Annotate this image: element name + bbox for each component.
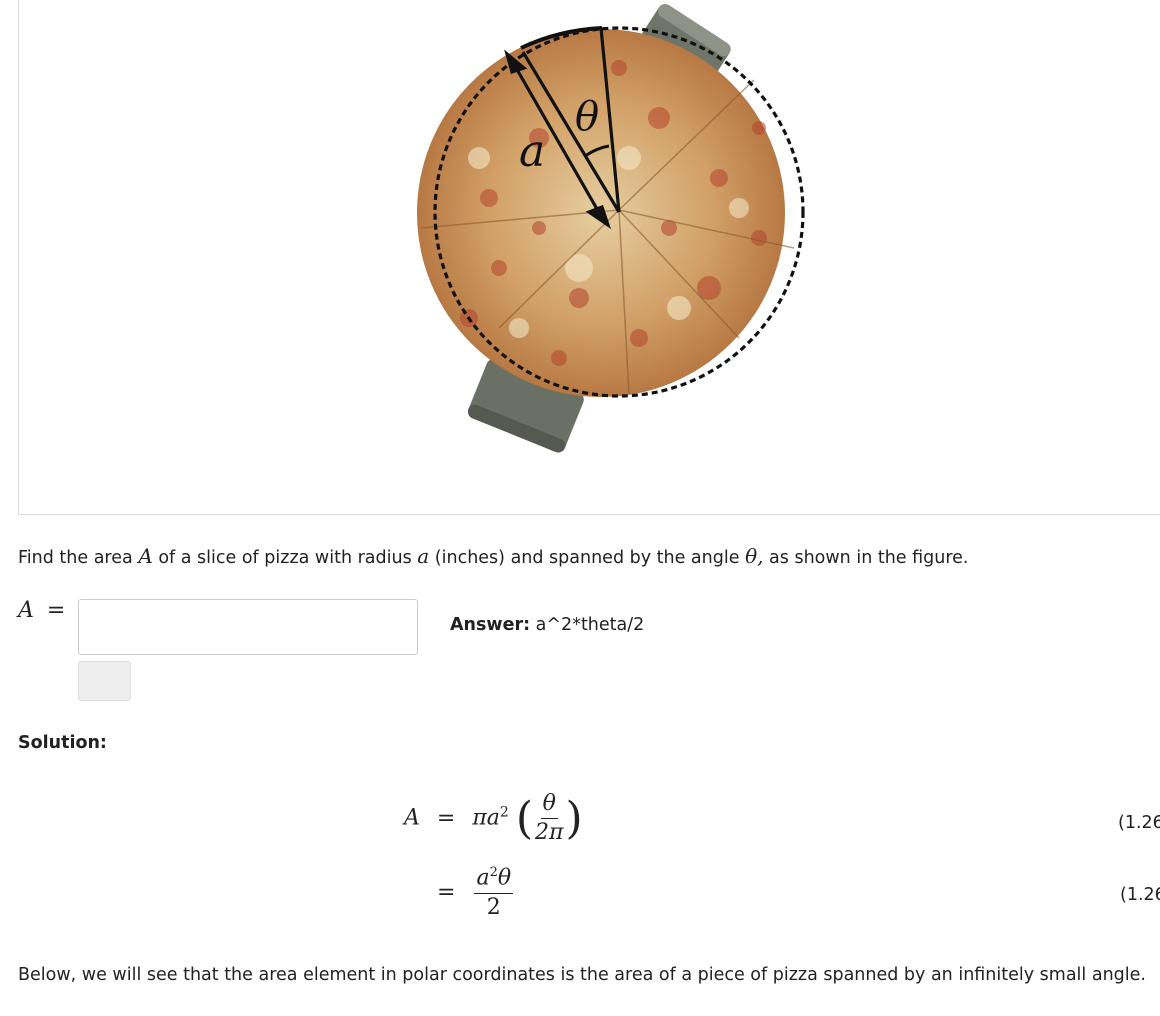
eq2-num-exponent: 2: [489, 865, 498, 880]
eq2-equals: =: [437, 879, 456, 905]
eq2-numerator: a2θ: [474, 865, 514, 894]
figure-panel: a θ: [18, 0, 1160, 515]
eq1-fraction: θ 2π: [533, 791, 565, 846]
eq2-number: (1.26: [1120, 885, 1160, 905]
question-part-4: as shown in the figure.: [769, 548, 969, 568]
var-radius: a: [417, 544, 430, 568]
eq1-exponent: 2: [499, 804, 509, 821]
eq1-lhs: A: [404, 805, 420, 831]
question-text: Find the area A of a slice of pizza with…: [18, 544, 969, 568]
equation-2: = a2θ 2: [437, 865, 514, 920]
question-part-2: of a slice of pizza with radius: [158, 548, 412, 568]
answer-lhs-var: A: [18, 598, 34, 623]
label-angle: θ: [575, 94, 599, 140]
var-area: A: [138, 544, 153, 568]
eq1-rparen: ): [565, 793, 583, 845]
var-angle: θ,: [745, 544, 764, 568]
label-radius: a: [519, 126, 545, 177]
solution-paragraph: Below, we will see that the area element…: [18, 965, 1146, 985]
eq2-fraction: a2θ 2: [474, 865, 514, 920]
eq2-denominator: 2: [486, 894, 501, 920]
eq1-numerator: θ: [540, 791, 558, 820]
answer-value: a^2*theta/2: [535, 615, 645, 635]
answer-lhs: A =: [18, 598, 65, 623]
submit-button[interactable]: [78, 661, 131, 701]
eq2-num-theta: θ: [497, 865, 512, 891]
equation-1: A = πa2 (θ 2π): [404, 791, 583, 846]
answer-input[interactable]: [78, 599, 418, 655]
eq1-lparen: (: [515, 793, 533, 845]
eq1-number: (1.26: [1118, 813, 1160, 833]
eq1-denominator: 2π: [535, 820, 564, 846]
pizza-figure: a θ: [417, 4, 805, 453]
eq2-num-a: a: [476, 865, 490, 891]
answer-display: Answer: a^2*theta/2: [450, 615, 644, 635]
answer-label: Answer:: [450, 615, 531, 635]
eq1-pi-a: πa: [472, 805, 500, 831]
eq1-equals: =: [436, 805, 456, 831]
question-part-1: Find the area: [18, 548, 133, 568]
question-part-3: (inches) and spanned by the angle: [434, 548, 740, 568]
answer-lhs-equals: =: [46, 598, 66, 623]
solution-heading: Solution:: [18, 733, 107, 753]
